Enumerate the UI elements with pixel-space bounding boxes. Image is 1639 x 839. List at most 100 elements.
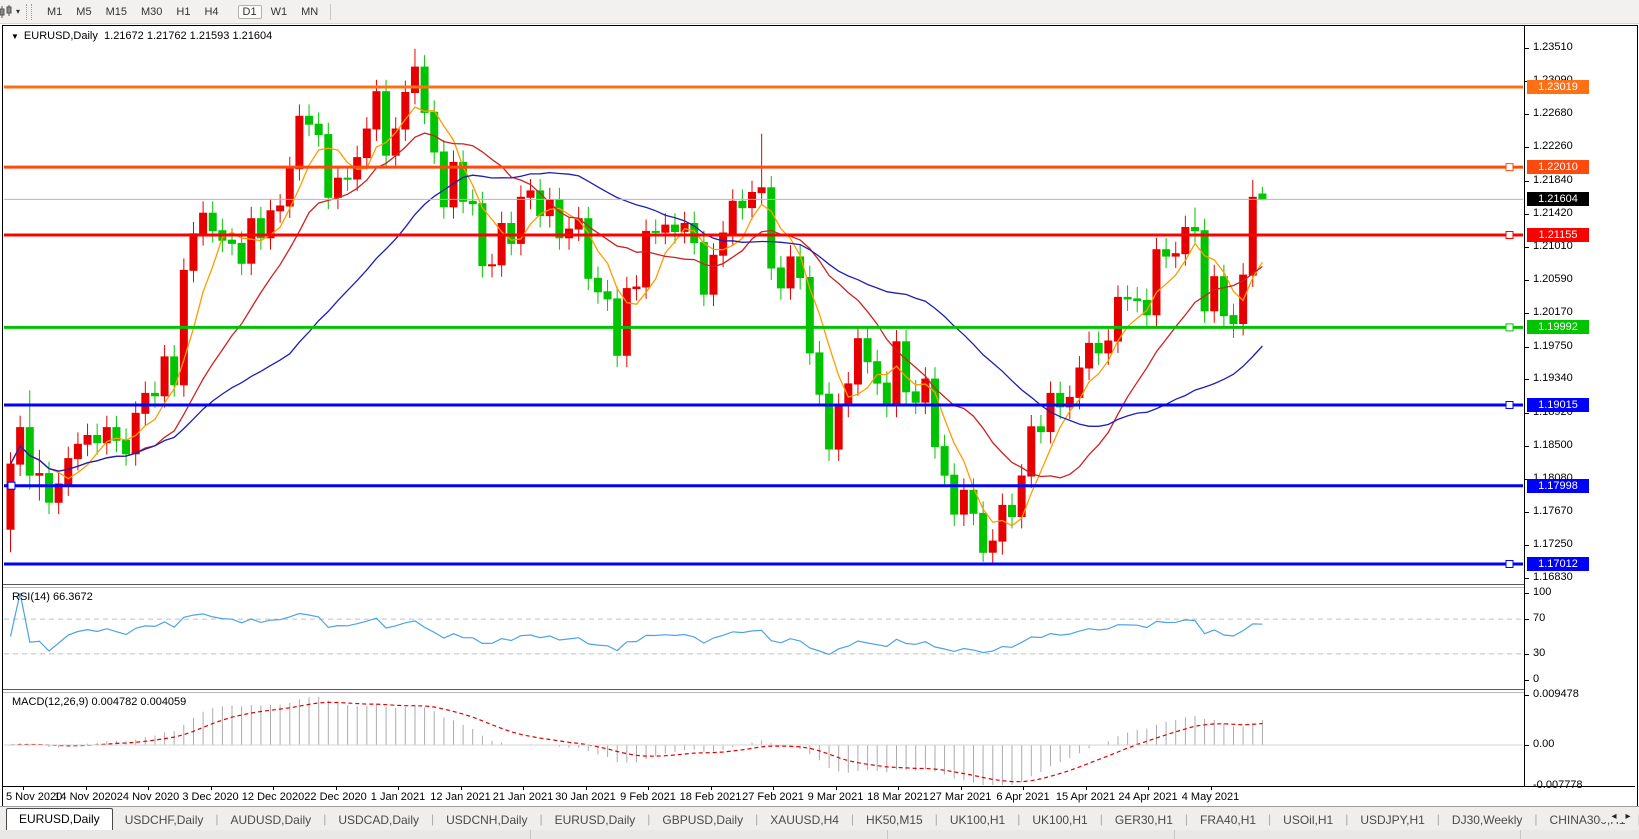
chart-tab-usdjpy-h1[interactable]: USDJPY,H1: [1348, 811, 1436, 830]
macd-indicator-label: MACD(12,26,9) 0.004782 0.004059: [12, 696, 186, 708]
chart-tab-usdchf-daily[interactable]: USDCHF,Daily: [113, 811, 216, 830]
chart-tab-eurusd-daily[interactable]: EURUSD,Daily: [543, 811, 648, 830]
price-tick: [1525, 413, 1529, 414]
date-tick: [711, 787, 712, 790]
timeframe-button-m15[interactable]: M15: [101, 5, 132, 19]
date-tick: [273, 787, 274, 790]
date-tick: [1023, 787, 1024, 790]
price-tick-label: 1.23510: [1533, 41, 1573, 53]
price-tick-label: 1.21840: [1533, 174, 1573, 186]
macd-pane[interactable]: [4, 692, 1523, 785]
pane-separator[interactable]: [3, 689, 1635, 693]
chart-tab-eurusd-daily[interactable]: EURUSD,Daily: [6, 808, 113, 830]
date-label: 1 Jan 2021: [371, 791, 425, 803]
tab-scroll-right-button[interactable]: ▸: [1621, 811, 1635, 822]
timeframe-button-m1[interactable]: M1: [42, 5, 67, 19]
price-tick-label: 1.17250: [1533, 538, 1573, 550]
rsi-tick-label: 70: [1533, 612, 1545, 624]
timeframe-button-d1[interactable]: D1: [238, 5, 262, 19]
chart-tab-bar: EURUSD,DailyUSDCHF,Daily|AUDUSD,Daily|US…: [0, 806, 1639, 830]
strip-separator: [887, 830, 888, 839]
price-tick-label: 1.19750: [1533, 340, 1573, 352]
date-tick: [523, 787, 524, 790]
chart-tab-hk50-m15[interactable]: HK50,M15: [854, 811, 935, 830]
price-tick: [1525, 379, 1529, 380]
chart-tab-gbpusd-daily[interactable]: GBPUSD,Daily: [650, 811, 755, 830]
chart-tab-uk100-h1[interactable]: UK100,H1: [938, 811, 1017, 830]
chart-tab-ger30-h1[interactable]: GER30,H1: [1103, 811, 1185, 830]
rsi-tick: [1525, 619, 1529, 620]
date-label: 14 Nov 2020: [54, 791, 116, 803]
date-tick: [1086, 787, 1087, 790]
timeframe-button-h4[interactable]: H4: [199, 5, 223, 19]
rsi-tick: [1525, 680, 1529, 681]
chart-tab-usoil-h1[interactable]: USOil,H1: [1271, 811, 1345, 830]
price-tick: [1525, 247, 1529, 248]
pane-separator[interactable]: [3, 584, 1635, 588]
date-label: 3 Dec 2020: [182, 791, 238, 803]
date-label: 30 Jan 2021: [555, 791, 616, 803]
macd-tick-label: 0.00: [1533, 738, 1554, 750]
date-tick: [398, 787, 399, 790]
date-axis[interactable]: 5 Nov 202014 Nov 202024 Nov 20203 Dec 20…: [3, 787, 1635, 805]
date-label: 24 Apr 2021: [1118, 791, 1177, 803]
price-tick: [1525, 280, 1529, 281]
timeframe-toolbar: ▾ M1 M5 M15 M30 H1 H4 D1 W1MN: [0, 0, 1639, 24]
date-label: 12 Dec 2020: [242, 791, 304, 803]
chart-tab-xauusd-h4[interactable]: XAUUSD,H4: [758, 811, 851, 830]
date-label: 22 Dec 2020: [304, 791, 366, 803]
chart-type-dropdown-caret[interactable]: ▾: [16, 7, 20, 16]
hline-price-label: 1.19992: [1527, 320, 1589, 334]
date-tick: [461, 787, 462, 790]
chart-frame: ▼EURUSD,Daily 1.21672 1.21762 1.21593 1.…: [2, 25, 1638, 807]
rsi-tick: [1525, 654, 1529, 655]
price-tick-label: 1.20170: [1533, 306, 1573, 318]
date-label: 9 Mar 2021: [808, 791, 864, 803]
price-tick-label: 1.22680: [1533, 107, 1573, 119]
date-label: 27 Mar 2021: [930, 791, 992, 803]
timeframe-button-h1[interactable]: H1: [171, 5, 195, 19]
macd-tick: [1525, 745, 1529, 746]
chart-title-ohlc: 1.21672 1.21762 1.21593 1.21604: [104, 30, 272, 42]
date-label: 18 Mar 2021: [867, 791, 929, 803]
date-tick: [961, 787, 962, 790]
chart-tab-uk100-h1[interactable]: UK100,H1: [1020, 811, 1099, 830]
chart-tab-usdcad-daily[interactable]: USDCAD,Daily: [326, 811, 431, 830]
date-label: 21 Jan 2021: [493, 791, 554, 803]
strip-separator: [530, 830, 531, 839]
macd-tick-label: 0.009478: [1533, 688, 1579, 700]
macd-tick: [1525, 695, 1529, 696]
symbol-dropdown-icon[interactable]: ▼: [11, 32, 19, 41]
date-tick: [336, 787, 337, 790]
chart-tab-audusd-daily[interactable]: AUDUSD,Daily: [219, 811, 324, 830]
chart-tab-dj30-weekly[interactable]: DJ30,Weekly: [1440, 811, 1534, 830]
date-tick: [648, 787, 649, 790]
status-strip: [0, 830, 1639, 839]
price-tick: [1525, 181, 1529, 182]
timeframe-button-m30[interactable]: M30: [136, 5, 167, 19]
date-label: 27 Feb 2021: [742, 791, 804, 803]
strip-separator: [1520, 830, 1521, 839]
toolbar-drag-grip[interactable]: [26, 4, 32, 20]
chart-tab-usdcnh-daily[interactable]: USDCNH,Daily: [434, 811, 539, 830]
tab-scroll-left-button[interactable]: ◂: [1607, 811, 1621, 822]
price-tick-label: 1.16830: [1533, 571, 1573, 583]
macd-tick-label: -0.007778: [1533, 779, 1583, 791]
chart-title: ▼EURUSD,Daily 1.21672 1.21762 1.21593 1.…: [11, 30, 272, 42]
date-tick: [86, 787, 87, 790]
price-tick-label: 1.19340: [1533, 372, 1573, 384]
chart-tab-fra40-h1[interactable]: FRA40,H1: [1188, 811, 1268, 830]
rsi-tick-label: 0: [1533, 673, 1539, 685]
rsi-pane[interactable]: [4, 587, 1523, 688]
mt4-chart-window: ▾ M1M5M15M30H1H4D1W1MN ▼EURUSD,Daily 1.2…: [0, 0, 1639, 839]
candlestick-chart-icon[interactable]: [0, 4, 16, 20]
rsi-tick-label: 100: [1533, 586, 1551, 598]
timeframe-button-m5[interactable]: M5: [71, 5, 96, 19]
timeframe-button-mn[interactable]: MN: [296, 5, 323, 19]
current-price-label: 1.21604: [1527, 192, 1589, 206]
date-label: 18 Feb 2021: [680, 791, 742, 803]
hline-price-label: 1.17012: [1527, 557, 1589, 571]
price-chart-pane[interactable]: [4, 28, 1523, 584]
timeframe-button-w1[interactable]: W1: [266, 5, 293, 19]
price-axis[interactable]: 1.235101.230901.226801.222601.218401.214…: [1524, 26, 1636, 786]
